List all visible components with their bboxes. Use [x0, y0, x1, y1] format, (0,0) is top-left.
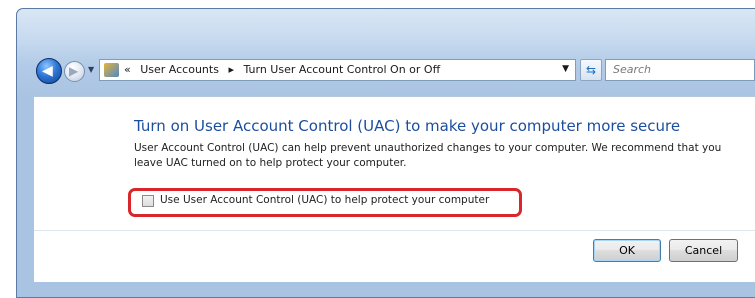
- refresh-icon: ⇆: [585, 63, 597, 77]
- breadcrumb-separator-icon[interactable]: ▸: [228, 63, 234, 76]
- screenshot: ◀ ▶ ▼ « User Accounts ▸ Turn User Accoun…: [0, 0, 755, 298]
- breadcrumb-item-user-accounts[interactable]: User Accounts: [140, 63, 219, 76]
- breadcrumb-item-current[interactable]: Turn User Account Control On or Off: [243, 63, 440, 76]
- cancel-button[interactable]: Cancel: [669, 239, 738, 262]
- back-button[interactable]: ◀: [36, 58, 62, 84]
- breadcrumb: « User Accounts ▸ Turn User Account Cont…: [124, 63, 446, 76]
- uac-description: User Account Control (UAC) can help prev…: [134, 142, 722, 169]
- back-arrow-icon: ◀: [42, 63, 53, 79]
- search-input[interactable]: Search: [605, 59, 755, 81]
- ok-button[interactable]: OK: [593, 239, 661, 262]
- forward-button[interactable]: ▶: [64, 61, 85, 82]
- button-separator: [34, 230, 755, 231]
- navigation-bar: ◀ ▶ ▼ « User Accounts ▸ Turn User Accoun…: [36, 57, 755, 87]
- control-panel-icon: [104, 63, 119, 77]
- address-bar[interactable]: « User Accounts ▸ Turn User Account Cont…: [99, 59, 576, 81]
- search-placeholder: Search: [613, 63, 652, 76]
- uac-checkbox[interactable]: [142, 195, 154, 207]
- recent-pages-icon[interactable]: ▼: [88, 65, 94, 74]
- refresh-button[interactable]: ⇆: [580, 59, 602, 81]
- address-dropdown-icon[interactable]: ▼: [562, 64, 569, 74]
- uac-checkbox-label[interactable]: Use User Account Control (UAC) to help p…: [160, 194, 489, 206]
- content-panel: Turn on User Account Control (UAC) to ma…: [34, 96, 755, 282]
- forward-arrow-icon: ▶: [69, 64, 79, 78]
- page-title: Turn on User Account Control (UAC) to ma…: [134, 117, 681, 135]
- breadcrumb-overflow[interactable]: «: [124, 63, 131, 76]
